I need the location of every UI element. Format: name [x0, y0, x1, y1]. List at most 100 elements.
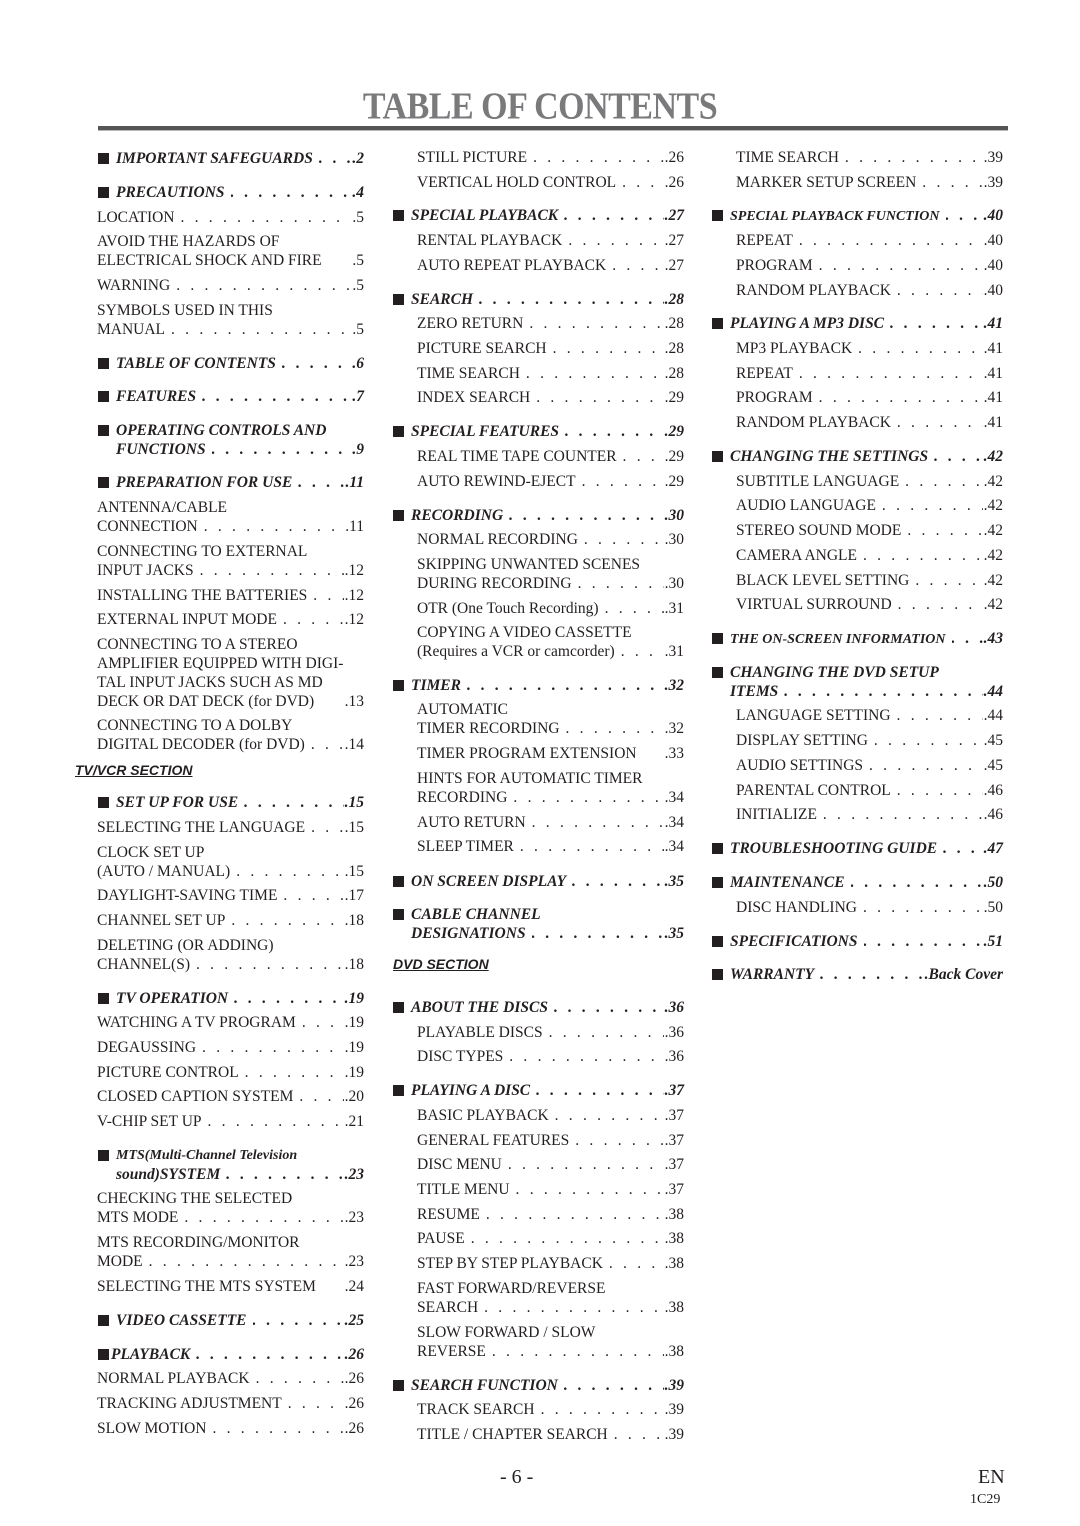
- toc-subentry[interactable]: SKIPPING UNWANTED SCENES DURING RECORDING…: [393, 555, 684, 593]
- toc-subentry[interactable]: PROGRAM . . . . . . . . . . . . . . . . …: [712, 256, 1003, 275]
- toc-subentry[interactable]: TIME SEARCH . . . . . . . . . . . . . . …: [393, 364, 684, 383]
- toc-section-entry[interactable]: TIMER . . . . . . . . . . . . . . . . . …: [393, 676, 684, 695]
- toc-subentry[interactable]: SELECTING THE MTS SYSTEM .24: [97, 1277, 364, 1296]
- toc-subentry[interactable]: AUTO REPEAT PLAYBACK . . . . . . . . . .…: [393, 256, 684, 275]
- toc-subentry[interactable]: STILL PICTURE . . . . . . . . . . . . . …: [393, 148, 684, 167]
- toc-subentry[interactable]: PLAYABLE DISCS . . . . . . . . . . . . .…: [393, 1023, 684, 1042]
- toc-subentry[interactable]: WATCHING A TV PROGRAM . . . . . . . . . …: [97, 1013, 364, 1032]
- toc-subentry[interactable]: BLACK LEVEL SETTING . . . . . . . . . . …: [712, 571, 1003, 590]
- toc-subentry[interactable]: CHANNEL SET UP . . . . . . . . . . . . .…: [97, 911, 364, 930]
- toc-section-entry[interactable]: VIDEO CASSETTE . . . . . . . . . . . . .…: [98, 1311, 364, 1330]
- toc-subentry[interactable]: GENERAL FEATURES . . . . . . . . . . . .…: [393, 1131, 684, 1150]
- toc-subentry[interactable]: PROGRAM . . . . . . . . . . . . . . . . …: [712, 388, 1003, 407]
- toc-subentry[interactable]: ZERO RETURN . . . . . . . . . . . . . . …: [393, 314, 684, 333]
- toc-subentry[interactable]: INSTALLING THE BATTERIES . . . . . . . .…: [97, 586, 364, 605]
- toc-subentry[interactable]: DISPLAY SETTING . . . . . . . . . . . . …: [712, 731, 1003, 750]
- toc-subentry[interactable]: MTS RECORDING/MONITOR MODE . . . . . . . …: [97, 1233, 364, 1271]
- toc-section-entry[interactable]: MTS(Multi-Channel Television sound)SYSTEM…: [98, 1146, 364, 1184]
- toc-subentry[interactable]: COPYING A VIDEO CASSETTE (Requires a VCR …: [393, 623, 684, 661]
- toc-section-entry[interactable]: IMPORTANT SAFEGUARDS . . . . . . . . . .…: [98, 149, 364, 168]
- toc-subentry[interactable]: CAMERA ANGLE . . . . . . . . . . . . . .…: [712, 546, 1003, 565]
- toc-subentry[interactable]: PAUSE . . . . . . . . . . . . . . . . . …: [393, 1229, 684, 1248]
- toc-subentry[interactable]: PICTURE CONTROL . . . . . . . . . . . . …: [97, 1063, 364, 1082]
- toc-section-entry[interactable]: MAINTENANCE . . . . . . . . . . . . . . …: [712, 873, 1003, 892]
- toc-subentry[interactable]: AUDIO SETTINGS . . . . . . . . . . . . .…: [712, 756, 1003, 775]
- toc-section-entry[interactable]: SPECIAL FEATURES . . . . . . . . . . . .…: [393, 422, 684, 441]
- toc-subentry[interactable]: STEREO SOUND MODE . . . . . . . . . . . …: [712, 521, 1003, 540]
- toc-subentry[interactable]: TIMER PROGRAM EXTENSION .33: [393, 744, 684, 763]
- toc-subentry[interactable]: PARENTAL CONTROL . . . . . . . . . . . .…: [712, 781, 1003, 800]
- toc-section-entry[interactable]: TABLE OF CONTENTS . . . . . . . . . . . …: [98, 354, 364, 373]
- toc-subentry[interactable]: DELETING (OR ADDING) CHANNEL(S) . . . . .…: [97, 936, 364, 974]
- toc-subentry[interactable]: AUDIO LANGUAGE . . . . . . . . . . . . .…: [712, 496, 1003, 515]
- toc-subentry[interactable]: RESUME . . . . . . . . . . . . . . . . .…: [393, 1205, 684, 1224]
- toc-subentry[interactable]: RANDOM PLAYBACK . . . . . . . . . . . . …: [712, 281, 1003, 300]
- toc-subentry[interactable]: DISC HANDLING . . . . . . . . . . . . . …: [712, 898, 1003, 917]
- toc-subentry[interactable]: VERTICAL HOLD CONTROL . . . . . . . . . …: [393, 173, 684, 192]
- toc-section-entry[interactable]: TROUBLESHOOTING GUIDE . . . . . . . . . …: [712, 839, 1003, 858]
- toc-section-entry[interactable]: SEARCH FUNCTION . . . . . . . . . . . . …: [393, 1376, 684, 1395]
- toc-section-entry[interactable]: PLAYING A MP3 DISC . . . . . . . . . . .…: [712, 314, 1003, 333]
- toc-subentry[interactable]: SLOW FORWARD / SLOW REVERSE . . . . . . .…: [393, 1323, 684, 1361]
- toc-subentry[interactable]: DISC TYPES . . . . . . . . . . . . . . .…: [393, 1047, 684, 1066]
- toc-section-entry[interactable]: FEATURES . . . . . . . . . . . . . . . .…: [98, 387, 364, 406]
- toc-subentry[interactable]: TITLE MENU . . . . . . . . . . . . . . .…: [393, 1180, 684, 1199]
- toc-subentry[interactable]: TIME SEARCH . . . . . . . . . . . . . . …: [712, 148, 1003, 167]
- toc-subentry[interactable]: ANTENNA/CABLE CONNECTION . . . . . . . . …: [97, 498, 364, 536]
- toc-subentry[interactable]: LANGUAGE SETTING . . . . . . . . . . . .…: [712, 706, 1003, 725]
- toc-section-entry[interactable]: SPECIFICATIONS . . . . . . . . . . . . .…: [712, 932, 1003, 951]
- toc-section-entry[interactable]: CHANGING THE SETTINGS . . . . . . . . . …: [712, 447, 1003, 466]
- toc-subentry[interactable]: OTR (One Touch Recording) . . . . . . . …: [393, 599, 684, 618]
- toc-subentry[interactable]: V-CHIP SET UP . . . . . . . . . . . . . …: [97, 1112, 364, 1131]
- toc-subentry[interactable]: CONNECTING TO A STEREO AMPLIFIER EQUIPPED…: [97, 635, 364, 711]
- toc-subentry[interactable]: SELECTING THE LANGUAGE . . . . . . . . .…: [97, 818, 364, 837]
- toc-subentry[interactable]: NORMAL RECORDING . . . . . . . . . . . .…: [393, 530, 684, 549]
- toc-subentry[interactable]: AUTO REWIND-EJECT . . . . . . . . . . . …: [393, 472, 684, 491]
- toc-section-entry[interactable]: PLAYING A DISC . . . . . . . . . . . . .…: [393, 1081, 684, 1100]
- toc-subentry[interactable]: REPEAT . . . . . . . . . . . . . . . . .…: [712, 364, 1003, 383]
- toc-section-entry[interactable]: RECORDING . . . . . . . . . . . . . . . …: [393, 506, 684, 525]
- toc-subentry[interactable]: MP3 PLAYBACK . . . . . . . . . . . . . .…: [712, 339, 1003, 358]
- toc-section-entry[interactable]: PREPARATION FOR USE . . . . . . . . . . …: [98, 473, 364, 492]
- toc-subentry[interactable]: SLOW MOTION . . . . . . . . . . . . . . …: [97, 1419, 364, 1438]
- toc-subentry[interactable]: CHECKING THE SELECTED MTS MODE . . . . . …: [97, 1189, 364, 1227]
- toc-subentry[interactable]: MARKER SETUP SCREEN . . . . . . . . . . …: [712, 173, 1003, 192]
- toc-section-entry[interactable]: ON SCREEN DISPLAY . . . . . . . . . . . …: [393, 872, 684, 891]
- toc-section-entry[interactable]: SPECIAL PLAYBACK . . . . . . . . . . . .…: [393, 206, 684, 225]
- toc-subentry[interactable]: STEP BY STEP PLAYBACK . . . . . . . . . …: [393, 1254, 684, 1273]
- toc-subentry[interactable]: DISC MENU . . . . . . . . . . . . . . . …: [393, 1155, 684, 1174]
- toc-section-entry[interactable]: ABOUT THE DISCS . . . . . . . . . . . . …: [393, 998, 684, 1017]
- toc-subentry[interactable]: RENTAL PLAYBACK . . . . . . . . . . . . …: [393, 231, 684, 250]
- toc-subentry[interactable]: SUBTITLE LANGUAGE . . . . . . . . . . . …: [712, 472, 1003, 491]
- toc-subentry[interactable]: INITIALIZE . . . . . . . . . . . . . . .…: [712, 805, 1003, 824]
- toc-subentry[interactable]: BASIC PLAYBACK . . . . . . . . . . . . .…: [393, 1106, 684, 1125]
- toc-subentry[interactable]: NORMAL PLAYBACK . . . . . . . . . . . . …: [97, 1369, 364, 1388]
- toc-subentry[interactable]: AUTO RETURN . . . . . . . . . . . . . . …: [393, 813, 684, 832]
- toc-section-entry[interactable]: OPERATING CONTROLS AND FUNCTIONS . . . . …: [98, 421, 364, 459]
- toc-section-entry[interactable]: PLAYBACK . . . . . . . . . . . . . . . .…: [98, 1345, 364, 1364]
- toc-section-entry[interactable]: WARRANTY . . . . . . . . . . . . . . . .…: [712, 965, 1003, 984]
- toc-section-entry[interactable]: SEARCH . . . . . . . . . . . . . . . . .…: [393, 290, 684, 309]
- toc-subentry[interactable]: CLOSED CAPTION SYSTEM . . . . . . . . . …: [97, 1087, 364, 1106]
- toc-subentry[interactable]: CLOCK SET UP (AUTO / MANUAL) . . . . . . …: [97, 843, 364, 881]
- toc-subentry[interactable]: TRACKING ADJUSTMENT . . . . . . . . . . …: [97, 1394, 364, 1413]
- toc-subentry[interactable]: SLEEP TIMER . . . . . . . . . . . . . . …: [393, 837, 684, 856]
- toc-subentry[interactable]: RANDOM PLAYBACK . . . . . . . . . . . . …: [712, 413, 1003, 432]
- toc-section-entry[interactable]: PRECAUTIONS . . . . . . . . . . . . . . …: [98, 183, 364, 202]
- toc-subentry[interactable]: WARNING . . . . . . . . . . . . . . . . …: [97, 276, 364, 295]
- toc-subentry[interactable]: INDEX SEARCH . . . . . . . . . . . . . .…: [393, 388, 684, 407]
- toc-subentry[interactable]: REPEAT . . . . . . . . . . . . . . . . .…: [712, 231, 1003, 250]
- toc-subentry[interactable]: EXTERNAL INPUT MODE . . . . . . . . . . …: [97, 610, 364, 629]
- toc-section-entry[interactable]: CABLE CHANNEL DESIGNATIONS . . . . . . . …: [393, 905, 684, 943]
- toc-subentry[interactable]: VIRTUAL SURROUND . . . . . . . . . . . .…: [712, 595, 1003, 614]
- toc-subentry[interactable]: CONNECTING TO EXTERNAL INPUT JACKS . . . …: [97, 542, 364, 580]
- toc-subentry[interactable]: TRACK SEARCH . . . . . . . . . . . . . .…: [393, 1400, 684, 1419]
- toc-subentry[interactable]: FAST FORWARD/REVERSE SEARCH . . . . . . .…: [393, 1279, 684, 1317]
- toc-section-entry[interactable]: TV OPERATION . . . . . . . . . . . . . .…: [98, 989, 364, 1008]
- toc-subentry[interactable]: PICTURE SEARCH . . . . . . . . . . . . .…: [393, 339, 684, 358]
- toc-section-entry[interactable]: THE ON-SCREEN INFORMATION . . . . . . . …: [712, 629, 1003, 649]
- toc-subentry[interactable]: AUTOMATIC TIMER RECORDING . . . . . . . .…: [393, 700, 684, 738]
- toc-section-entry[interactable]: SPECIAL PLAYBACK FUNCTION . . . . . . . …: [712, 206, 1003, 226]
- toc-subentry[interactable]: REAL TIME TAPE COUNTER . . . . . . . . .…: [393, 447, 684, 466]
- toc-section-entry[interactable]: SET UP FOR USE . . . . . . . . . . . . .…: [98, 793, 364, 812]
